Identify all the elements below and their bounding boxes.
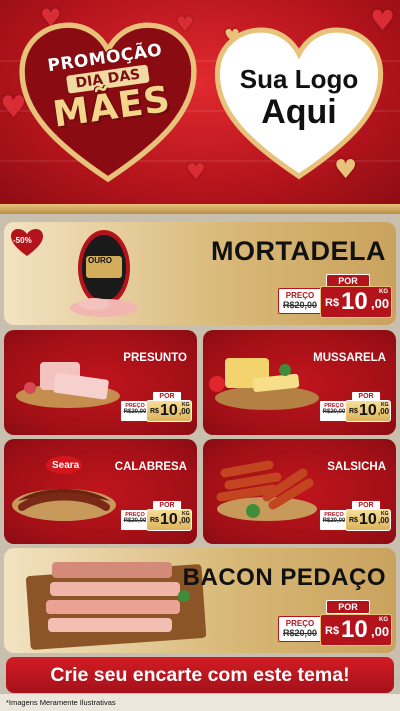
brand-label: OURO bbox=[88, 256, 112, 265]
new-price-box: R$ 10 ,00 KG bbox=[320, 286, 392, 318]
salsicha-image bbox=[216, 460, 317, 521]
new-price-box: R$ 10 ,00 KG bbox=[345, 509, 391, 531]
price-integer: 10 bbox=[160, 402, 178, 419]
currency: R$ bbox=[325, 297, 340, 309]
old-price-box: PREÇO R$20,00 bbox=[278, 616, 322, 642]
new-price-box: R$ 10 ,00 KG bbox=[345, 400, 391, 422]
unit-label: KG bbox=[182, 402, 190, 408]
currency: R$ bbox=[349, 408, 358, 415]
product-title: CALABRESA bbox=[114, 461, 187, 473]
price-decimal: ,00 bbox=[378, 407, 390, 416]
disclaimer: *Imagens Meramente Ilustrativas bbox=[0, 694, 400, 711]
product-card-bacon[interactable]: BACON PEDAÇO POR PREÇO R$20,00 R$ 10 ,00… bbox=[4, 548, 396, 653]
product-title: BACON PEDAÇO bbox=[182, 564, 386, 591]
presunto-image bbox=[16, 362, 120, 408]
cta-banner[interactable]: Crie seu encarte com este tema! bbox=[6, 657, 394, 693]
old-price: R$20,00 bbox=[282, 300, 318, 310]
product-card-mussarela[interactable]: MUSSARELA POR PREÇO R$20,00 R$ 10 ,00 KG bbox=[203, 330, 396, 435]
unit-label: KG bbox=[182, 511, 190, 517]
price-decimal: ,00 bbox=[179, 516, 191, 525]
unit-label: KG bbox=[379, 617, 388, 623]
price-decimal: ,00 bbox=[371, 624, 390, 639]
old-price: R$20,00 bbox=[282, 628, 318, 638]
old-price: R$20,00 bbox=[322, 409, 346, 415]
logo-line2: Aqui bbox=[261, 93, 337, 131]
currency: R$ bbox=[150, 517, 159, 524]
product-title: MORTADELA bbox=[211, 236, 386, 266]
product-card-presunto[interactable]: PRESUNTO POR PREÇO R$20,00 R$ 10 ,00 KG bbox=[4, 330, 197, 435]
discount-badge: -50% bbox=[13, 236, 32, 245]
price-integer: 10 bbox=[341, 616, 368, 643]
product-card-salsicha[interactable]: SALSICHA POR PREÇO R$20,00 R$ 10 ,00 KG bbox=[203, 439, 396, 544]
currency: R$ bbox=[349, 517, 358, 524]
new-price-box: R$ 10 ,00 KG bbox=[146, 509, 192, 531]
price-integer: 10 bbox=[359, 511, 377, 528]
preco-label: PREÇO bbox=[285, 291, 315, 300]
product-card-mortadela[interactable]: OURO -50% MORTADELA POR PREÇO R$20,00 R$… bbox=[4, 222, 396, 325]
new-price-box: R$ 10 ,00 KG bbox=[320, 614, 392, 646]
unit-label: KG bbox=[381, 402, 389, 408]
brand-label: Seara bbox=[52, 460, 80, 471]
currency: R$ bbox=[325, 625, 340, 637]
new-price-box: R$ 10 ,00 KG bbox=[146, 400, 192, 422]
price-integer: 10 bbox=[341, 288, 368, 315]
preco-label: PREÇO bbox=[285, 619, 315, 628]
product-title: PRESUNTO bbox=[123, 352, 187, 364]
product-title: MUSSARELA bbox=[313, 352, 386, 364]
price-integer: 10 bbox=[160, 511, 178, 528]
header-banner: ♥ ♥ ♥ ♥ ♥ ♥ ♥ ♥ ♥ PROMOÇÃO DIA DAS MÃES … bbox=[0, 0, 400, 208]
unit-label: KG bbox=[379, 289, 388, 295]
logo-line1: Sua Logo bbox=[239, 64, 359, 94]
mussarela-image bbox=[209, 358, 319, 410]
price-integer: 10 bbox=[359, 402, 377, 419]
logo-placeholder[interactable]: Sua Logo Aqui bbox=[214, 64, 384, 131]
price-decimal: ,00 bbox=[378, 516, 390, 525]
old-price: R$20,00 bbox=[123, 518, 147, 524]
product-title: SALSICHA bbox=[327, 461, 386, 473]
currency: R$ bbox=[150, 408, 159, 415]
product-card-calabresa[interactable]: Seara CALABRESA POR PREÇO R$20,00 R$ 10 … bbox=[4, 439, 197, 544]
por-label: POR bbox=[326, 600, 370, 614]
old-price: R$20,00 bbox=[123, 409, 147, 415]
bacon-image bbox=[26, 562, 206, 650]
price-decimal: ,00 bbox=[371, 296, 390, 311]
old-price-box: PREÇO R$20,00 bbox=[278, 288, 322, 314]
price-decimal: ,00 bbox=[179, 407, 191, 416]
old-price: R$20,00 bbox=[322, 518, 346, 524]
header-divider bbox=[0, 204, 400, 214]
unit-label: KG bbox=[381, 511, 389, 517]
mortadela-image bbox=[70, 230, 138, 317]
